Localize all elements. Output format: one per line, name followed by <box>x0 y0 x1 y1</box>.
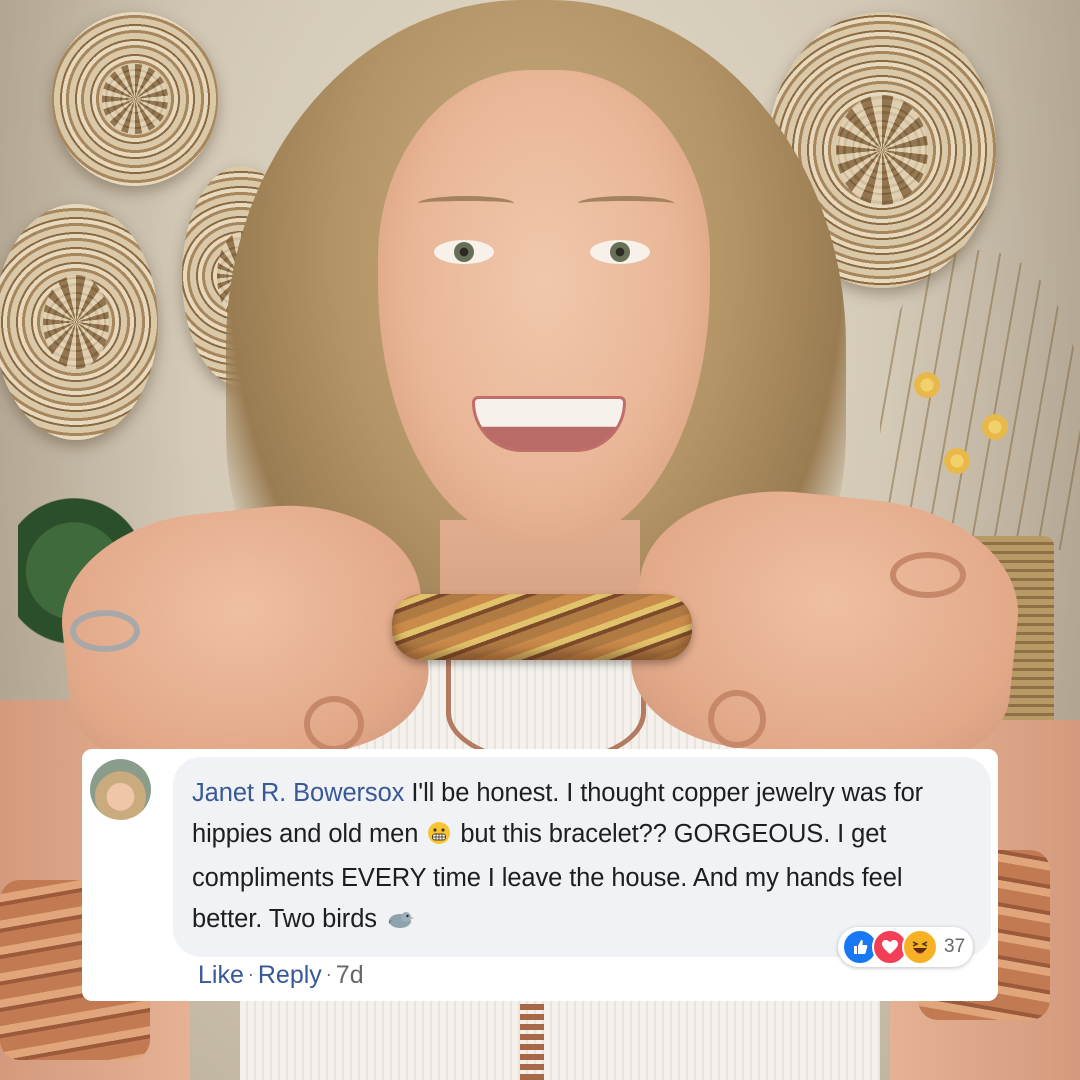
eye <box>590 240 650 264</box>
woven-basket-decor <box>52 12 218 186</box>
copper-ring <box>708 690 766 748</box>
dried-flower <box>944 448 970 474</box>
silver-ring <box>70 610 140 652</box>
eye <box>434 240 494 264</box>
like-link[interactable]: Like <box>198 961 244 989</box>
comment-text: Janet R. Bowersox I'll be honest. I thou… <box>192 773 952 943</box>
reactions-summary[interactable]: 37 <box>838 927 974 967</box>
reaction-count: 37 <box>944 936 966 957</box>
avatar[interactable] <box>90 759 151 820</box>
haha-reaction-icon <box>902 929 938 965</box>
bird-emoji-icon <box>386 902 414 943</box>
woman-face <box>378 70 710 540</box>
facebook-comment-card: Janet R. Bowersox I'll be honest. I thou… <box>82 749 998 1001</box>
eyebrow <box>418 196 514 211</box>
copper-ring <box>304 696 364 752</box>
dried-grass-arrangement <box>880 250 1080 550</box>
comment-timestamp[interactable]: 7d <box>336 961 364 989</box>
dried-flower <box>982 414 1008 440</box>
grimacing-face-emoji-icon <box>427 817 451 858</box>
copper-chain-pendant <box>520 1000 544 1080</box>
reply-link[interactable]: Reply <box>258 961 322 989</box>
comment-actions: Like · Reply · 7d <box>198 961 364 990</box>
smile <box>472 396 626 452</box>
dried-flower <box>914 372 940 398</box>
copper-ring <box>890 552 966 598</box>
copper-braided-cuff-bracelet <box>392 594 692 660</box>
separator: · <box>325 964 332 984</box>
author-name[interactable]: Janet R. Bowersox <box>192 779 404 807</box>
separator: · <box>247 964 254 984</box>
woven-basket-decor <box>0 204 158 440</box>
eyebrow <box>578 196 674 211</box>
